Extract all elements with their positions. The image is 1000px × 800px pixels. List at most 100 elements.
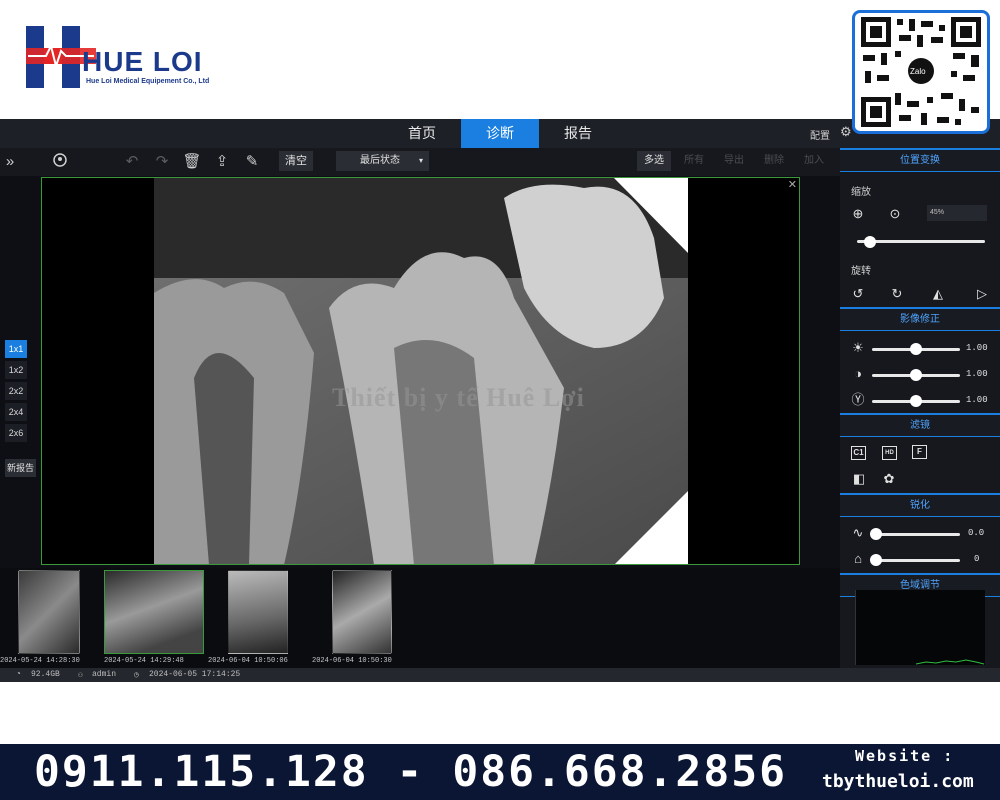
section-correction-header[interactable]: 影像修正 [840, 307, 1000, 331]
thumbnail-image[interactable] [332, 570, 392, 654]
brand-subtitle: Hue Loi Medical Equipement Co., Ltd [86, 78, 210, 85]
rotate-left-icon[interactable]: ↺ [850, 286, 866, 302]
disk-icon: ◔ [16, 670, 21, 679]
denoise-value: 0 [974, 554, 980, 564]
close-icon[interactable]: ✕ [788, 178, 797, 191]
contact-banner: 0911.115.128 - 086.668.2856 Website : tb… [0, 744, 1000, 800]
status-bar: ◔ 92.4GB ⚇ admin ◷ 2024-06-05 17:14:25 [0, 668, 1000, 682]
thumbnail-timestamp: 2024-06-04 10:50:30 [312, 657, 392, 665]
brand-logo: HUE LOI Hue Loi Medical Equipement Co., … [26, 26, 226, 96]
disk-space: 92.4GB [31, 670, 60, 679]
brand-name: HUE LOI [82, 46, 203, 77]
thumbnail-image[interactable] [18, 570, 80, 654]
thumbnail-timestamp: 2024-05-24 14:29:48 [104, 657, 184, 665]
section-filter-header[interactable]: 滤镜 [840, 413, 1000, 437]
contrast-icon: ◑ [854, 366, 862, 381]
zoom-slider-handle[interactable] [863, 236, 876, 248]
status-select-value: 最后状态 [360, 155, 400, 166]
current-datetime: 2024-06-05 17:14:25 [149, 670, 241, 679]
brightness-value: 1.00 [966, 343, 988, 353]
palette-icon[interactable]: ✿ [881, 471, 897, 487]
sharpen-value: 0.0 [968, 528, 985, 538]
gamma-slider-handle[interactable] [910, 395, 922, 407]
layout-2x6-button[interactable]: 2x6 [5, 424, 27, 442]
rotate-right-icon[interactable]: ↻ [889, 286, 905, 302]
zoom-value-field[interactable]: 45% [927, 205, 987, 221]
head-scan-icon[interactable] [50, 152, 70, 172]
select-all-button[interactable]: 所有 [677, 151, 711, 171]
current-user: admin [92, 670, 117, 679]
user-icon: ⚇ [78, 671, 83, 680]
tab-report[interactable]: 报告 [539, 119, 617, 148]
tab-home[interactable]: 首页 [383, 119, 461, 148]
config-link[interactable]: 配置 [810, 127, 830, 142]
thumbnail-timestamp: 2024-05-24 14:28:30 [0, 657, 80, 665]
trash-icon[interactable]: 🗑 [182, 152, 202, 172]
zoom-in-icon[interactable]: ⊕ [850, 206, 866, 222]
multi-select-button[interactable]: 多选 [637, 151, 671, 171]
zoom-fit-icon[interactable]: ⊙ [887, 206, 903, 222]
denoise-tooth-icon: ⌂ [854, 551, 862, 566]
clear-button[interactable]: 清空 [279, 151, 313, 171]
layout-1x2-button[interactable]: 1x2 [5, 361, 27, 379]
export-button[interactable]: 导出 [717, 151, 751, 171]
layout-2x4-button[interactable]: 2x4 [5, 403, 27, 421]
phone-numbers: 0911.115.128 - 086.668.2856 [34, 747, 787, 797]
new-report-button[interactable]: 新报告 [5, 459, 36, 477]
add-button[interactable]: 加入 [797, 151, 831, 171]
upload-icon[interactable]: ⇪ [212, 152, 232, 172]
collapse-chevrons-icon[interactable]: » [0, 152, 20, 172]
filter-c1-button[interactable]: C1 [851, 446, 866, 460]
rotate-label: 旋转 [851, 266, 871, 277]
thumbnail-item[interactable]: 2024-05-24 14:28:30 [0, 570, 100, 665]
thumbnail-image[interactable] [104, 570, 204, 654]
denoise-slider-handle[interactable] [870, 554, 882, 566]
status-select[interactable]: 最后状态 ▾ [336, 151, 429, 171]
undo-icon[interactable]: ↶ [122, 152, 142, 172]
sharpen-slider-handle[interactable] [870, 528, 882, 540]
redo-icon[interactable]: ↷ [152, 152, 172, 172]
brightness-slider-handle[interactable] [910, 343, 922, 355]
chevron-down-icon: ▾ [418, 156, 423, 165]
brightness-icon: ☀ [852, 340, 864, 355]
thumbnail-item-selected[interactable]: 2024-05-24 14:29:48 [104, 570, 204, 665]
tab-diagnosis[interactable]: 诊断 [461, 119, 539, 148]
edit-icon[interactable]: ✎ [242, 152, 262, 172]
zoom-slider-track[interactable] [857, 240, 985, 243]
app-window: 首页 诊断 报告 配置 ⚙ » ↶ ↷ 🗑 ⇪ ✎ 清空 最后状态 ▾ 多选 所… [0, 119, 1000, 682]
contrast-value: 1.00 [966, 369, 988, 379]
thumbnail-timestamp: 2024-06-04 10:50:06 [208, 657, 288, 665]
thumbnail-item[interactable]: 2024-06-04 10:50:30 [312, 570, 412, 665]
image-viewport[interactable]: Thiết bị y tế Huê Lợi ✕ [41, 177, 800, 565]
website-url[interactable]: tbythueloi.com [822, 771, 974, 792]
layout-1x1-button[interactable]: 1x1 [5, 340, 27, 358]
watermark-text: Thiết bị y tế Huê Lợi [332, 383, 585, 412]
website-label: Website : [855, 747, 955, 765]
section-transform-header[interactable]: 位置变换 [840, 148, 1000, 172]
gamma-value: 1.00 [966, 395, 988, 405]
top-navigation: 首页 诊断 报告 配置 ⚙ [0, 119, 1000, 148]
section-sharpen-header[interactable]: 锐化 [840, 493, 1000, 517]
toolbar: » ↶ ↷ 🗑 ⇪ ✎ 清空 最后状态 ▾ 多选 所有 导出 删除 加入 [0, 148, 840, 176]
sharpen-wave-icon: ∿ [852, 525, 864, 540]
histogram [855, 590, 985, 665]
qr-label: Zalo [910, 67, 926, 76]
denoise-slider-track[interactable] [876, 559, 960, 562]
layout-2x2-button[interactable]: 2x2 [5, 382, 27, 400]
clock-icon: ◷ [134, 671, 139, 680]
filter-hd-button[interactable]: HD [882, 446, 897, 460]
thumbnail-image[interactable] [228, 570, 288, 654]
page-root: HUE LOI Hue Loi Medical Equipement Co., … [0, 0, 1000, 800]
contrast-slider-handle[interactable] [910, 369, 922, 381]
delete-button[interactable]: 删除 [757, 151, 791, 171]
thumbnail-strip: 2024-05-24 14:28:30 2024-05-24 14:29:48 … [0, 568, 840, 668]
filter-f-button[interactable]: F [912, 445, 927, 459]
thumbnail-item[interactable]: 2024-06-04 10:50:06 [208, 570, 308, 665]
flip-horizontal-icon[interactable]: ◭ [930, 286, 946, 302]
zoom-label: 缩放 [851, 187, 871, 198]
dental-xray-image[interactable] [154, 178, 688, 565]
sharpen-slider-track[interactable] [876, 533, 960, 536]
right-panel: 位置变换 缩放 ⊕ ⊙ 45% 旋转 ↺ ↻ ◭ ▷ 影像修正 ☀ 1.00 ◑… [840, 148, 1000, 668]
flip-vertical-icon[interactable]: ▷ [974, 286, 990, 302]
invert-icon[interactable]: ◧ [851, 471, 867, 487]
